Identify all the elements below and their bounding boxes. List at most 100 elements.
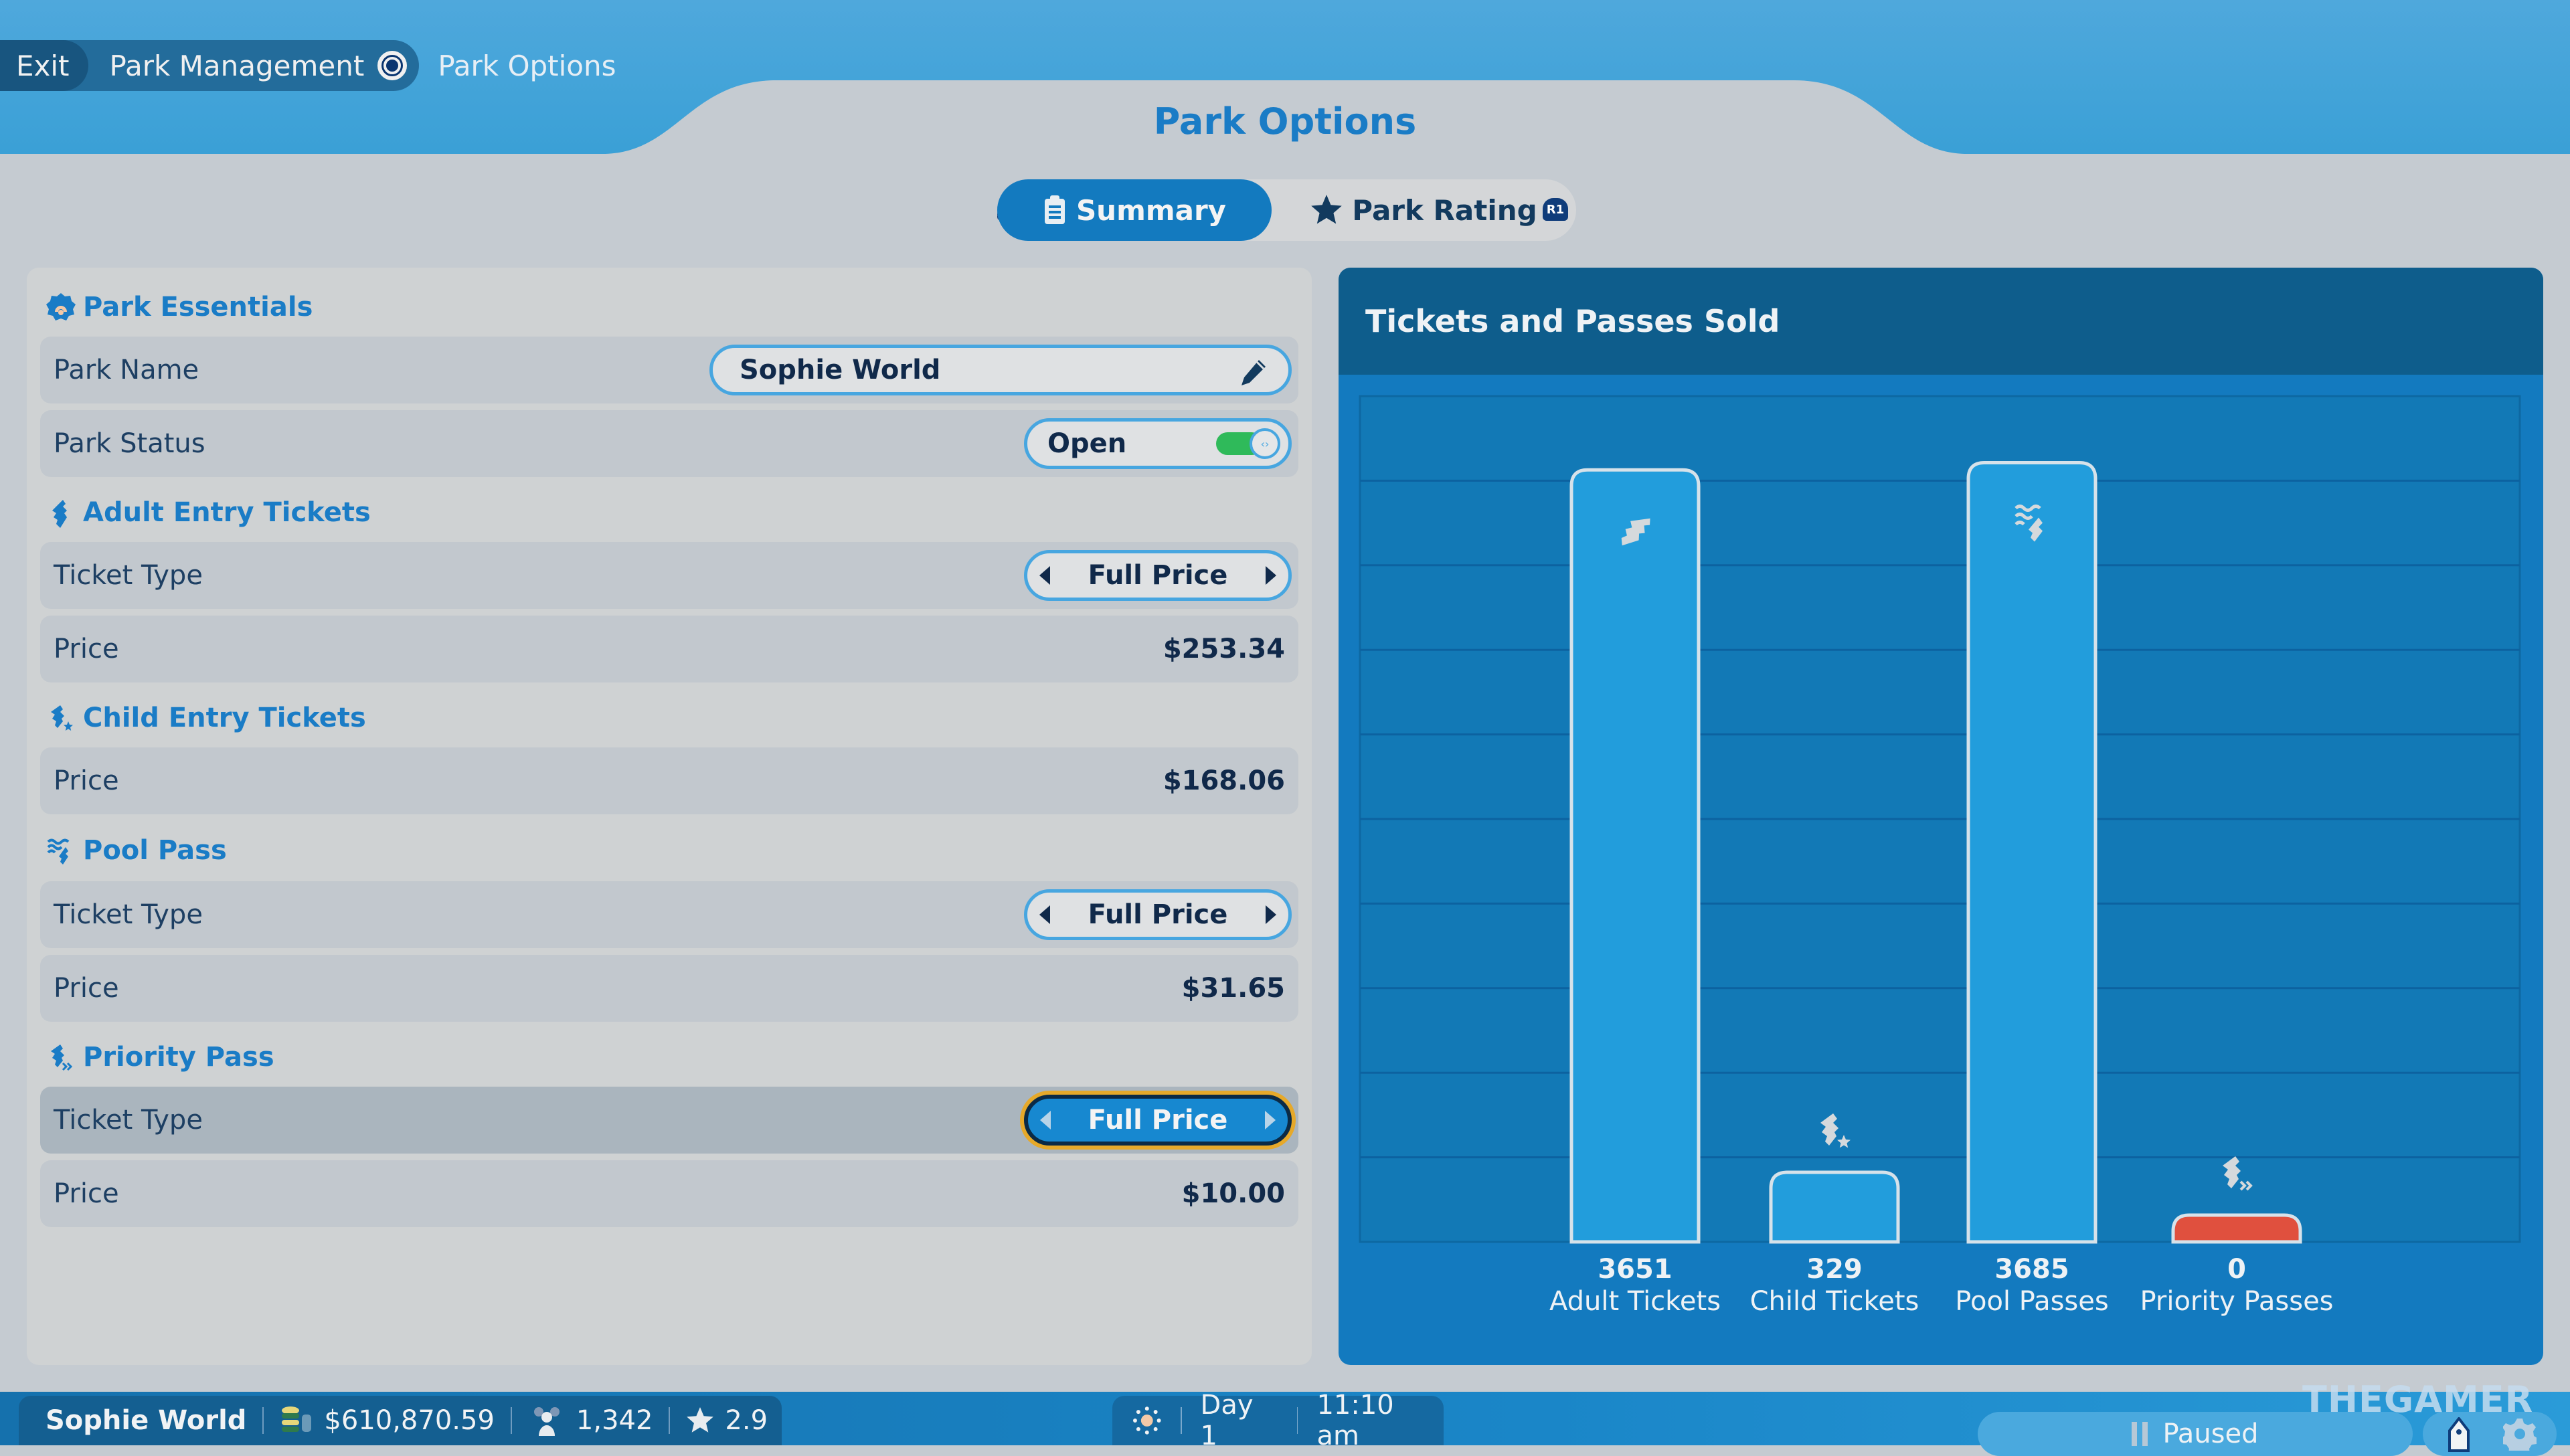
child-price-row[interactable]: Price $168.06 (40, 747, 1298, 814)
previous-option-icon[interactable] (1040, 1111, 1051, 1129)
park-status-toggle-field[interactable]: Open ‹› (1024, 418, 1292, 469)
selector-value: Full Price (1088, 1105, 1228, 1135)
tab-bar: Summary Park Rating (997, 179, 1576, 241)
section-title-text: Pool Pass (83, 835, 227, 866)
price-label: Price (54, 765, 119, 796)
circle-button-icon (377, 51, 408, 80)
page-title: Park Options (1153, 100, 1417, 143)
status-bar: Sophie World $610,870.59 1,342 2.9 Day 1… (0, 1390, 2570, 1456)
next-option-icon[interactable] (1266, 566, 1276, 585)
bar-value-label: 329 (1806, 1254, 1863, 1285)
park-name-label: Park Name (54, 355, 199, 385)
priority-ticket-type-row: Ticket Type Full Price (40, 1087, 1298, 1154)
pencil-icon[interactable] (1239, 357, 1268, 387)
selector-value: Full Price (1088, 560, 1228, 591)
bar (2171, 1213, 2302, 1244)
next-option-icon[interactable] (1265, 1111, 1276, 1129)
status-park-name: Sophie World (46, 1405, 247, 1436)
child-ticket-icon (46, 703, 76, 733)
section-title-text: Child Entry Tickets (83, 703, 366, 733)
price-label: Price (54, 973, 119, 1004)
tab-park-rating[interactable]: Park Rating (1272, 179, 1576, 241)
guests-icon (533, 1407, 560, 1436)
divider (1180, 1407, 1182, 1434)
adult-price-value: $253.34 (1163, 634, 1285, 664)
notification-tag-icon[interactable] (2446, 1417, 2472, 1455)
breadcrumb-current: Park Options (438, 49, 616, 82)
adult-ticket-type-selector[interactable]: Full Price (1024, 550, 1292, 601)
bar-value-label: 0 (2227, 1254, 2246, 1285)
next-option-icon[interactable] (1266, 905, 1276, 924)
rating-star-icon (687, 1407, 714, 1433)
clipboard-icon (1043, 195, 1067, 225)
park-status-toggle[interactable]: ‹› (1216, 428, 1280, 459)
section-title-text: Park Essentials (83, 292, 313, 323)
pool-ticket-type-selector[interactable]: Full Price (1024, 889, 1292, 940)
pause-icon (2132, 1422, 2148, 1446)
selector-value: Full Price (1088, 899, 1228, 930)
park-name-input[interactable]: Sophie World (709, 345, 1292, 395)
park-status-row: Park Status Open ‹› (40, 410, 1298, 477)
bar-value-label: 3685 (1994, 1254, 2069, 1285)
divider (669, 1407, 671, 1434)
bar-value-label: 3651 (1598, 1254, 1672, 1285)
price-label: Price (54, 1178, 119, 1209)
section-title-text: Adult Entry Tickets (83, 497, 371, 528)
priority-price-row[interactable]: Price $10.00 (40, 1160, 1298, 1227)
breadcrumb-pill: Exit Park Management (0, 40, 420, 91)
pool-pass-icon (46, 835, 76, 866)
bar-priority-passes (2171, 1213, 2302, 1244)
pool-ticket-type-row: Ticket Type Full Price (40, 881, 1298, 948)
category-label: Priority Passes (2140, 1286, 2333, 1317)
pool-price-row[interactable]: Price $31.65 (40, 955, 1298, 1022)
previous-option-icon[interactable] (1039, 905, 1050, 924)
watermark-logo: THEGAMER (2302, 1378, 2534, 1421)
priority-ticket-type-selector[interactable]: Full Price (1024, 1095, 1292, 1146)
adult-ticket-type-row: Ticket Type Full Price (40, 542, 1298, 609)
bar-adult-tickets (1569, 468, 1701, 1244)
settings-gear-icon[interactable] (2503, 1417, 2537, 1451)
guest-count: 1,342 (576, 1405, 653, 1436)
park-status-value: Open (1047, 428, 1127, 459)
bar-pool-passes (1966, 461, 2097, 1244)
section-title-text: Priority Pass (83, 1042, 274, 1073)
ticket-type-label: Ticket Type (54, 1105, 203, 1135)
park-badge-icon (46, 292, 76, 323)
park-name-row: Park Name Sophie World (40, 337, 1298, 403)
money-value: $610,870.59 (324, 1405, 495, 1436)
park-rating-value: 2.9 (725, 1405, 768, 1436)
section-child-entry-tickets: Child Entry Tickets (46, 703, 366, 733)
section-park-essentials: Park Essentials (46, 292, 313, 323)
time-value: 11:10 am (1316, 1390, 1394, 1451)
child-price-value: $168.06 (1163, 765, 1285, 796)
tickets-chart-panel: Tickets and Passes Sold 3651 Adult Ticket… (1339, 268, 2543, 1365)
ticket-type-label: Ticket Type (54, 560, 203, 591)
section-adult-entry-tickets: Adult Entry Tickets (46, 497, 371, 528)
tab-summary[interactable]: Summary (997, 179, 1272, 241)
day-value: Day 1 (1200, 1390, 1254, 1451)
bar (1966, 461, 2097, 1244)
star-icon (1310, 195, 1343, 225)
coins-icon (282, 1406, 312, 1432)
bar-child-tickets (1769, 1170, 1900, 1244)
breadcrumb: Exit Park Management Park Options (0, 40, 616, 91)
category-label: Child Tickets (1750, 1286, 1919, 1317)
breadcrumb-park-management[interactable]: Park Management (88, 50, 378, 82)
park-name-value: Sophie World (740, 355, 941, 385)
exit-button[interactable]: Exit (0, 40, 88, 91)
adult-price-row[interactable]: Price $253.34 (40, 616, 1298, 682)
category-label: Adult Tickets (1549, 1286, 1721, 1317)
toggle-knob-icon: ‹› (1250, 428, 1280, 459)
sun-icon (1132, 1406, 1161, 1435)
park-settings-panel: Park Essentials Park Name Sophie World P… (27, 268, 1312, 1365)
park-stats: Sophie World $610,870.59 1,342 2.9 (19, 1396, 782, 1445)
divider (510, 1407, 512, 1434)
speed-state: Paused (2162, 1419, 2259, 1449)
price-label: Price (54, 634, 119, 664)
previous-option-icon[interactable] (1039, 566, 1050, 585)
section-pool-pass: Pool Pass (46, 835, 227, 866)
bar (1569, 468, 1701, 1244)
r1-shoulder-icon: R1 (1543, 198, 1568, 221)
tab-park-rating-label: Park Rating (1352, 193, 1537, 227)
category-label: Pool Passes (1955, 1286, 2108, 1317)
